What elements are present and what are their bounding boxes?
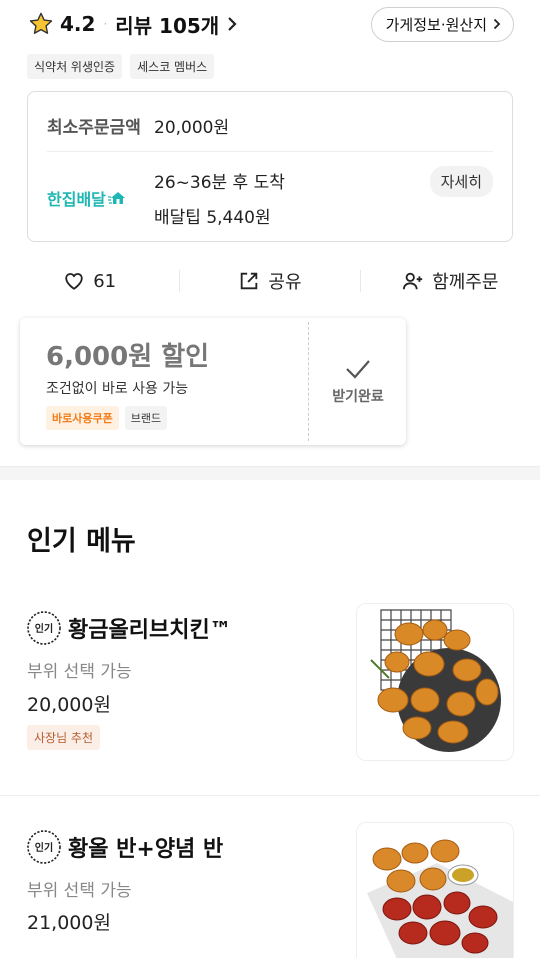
popular-badge-text: 인기 xyxy=(35,622,53,635)
delivery-brand-label: 한집배달 xyxy=(47,190,106,209)
half-half-chicken-image xyxy=(357,823,513,958)
fried-chicken-image xyxy=(357,604,513,760)
divider xyxy=(47,151,493,152)
perforation xyxy=(308,322,309,441)
min-order-value: 20,000원 xyxy=(154,118,230,138)
instant-coupon-tag: 바로사용쿠폰 xyxy=(46,406,119,430)
check-icon xyxy=(346,359,370,379)
section-divider xyxy=(0,466,540,480)
menu-image xyxy=(356,603,514,761)
brand-tag: 브랜드 xyxy=(124,406,168,430)
delivery-tip: 배달팁 5,440원 xyxy=(154,208,271,228)
heart-icon xyxy=(65,273,83,290)
coupon-description: 조건없이 바로 사용 가능 xyxy=(46,381,189,397)
arrival-time: 26~36분 후 도착 xyxy=(154,173,285,193)
popular-badge-icon: 인기 xyxy=(27,830,61,864)
menu-image xyxy=(356,822,514,958)
hygiene-badge: 식약처 위생인증 xyxy=(27,54,123,79)
popular-badge-icon: 인기 xyxy=(27,611,61,645)
menu-name: 황금올리브치킨™ xyxy=(68,618,232,643)
delivery-row: 한집배달 26~36분 후 도착 배달팁 5,440원 xyxy=(47,168,285,228)
menu-option-note: 부위 선택 가능 xyxy=(27,662,132,682)
add-person-icon xyxy=(403,272,423,290)
star-icon xyxy=(29,12,53,34)
coupon-tags: 바로사용쿠폰 브랜드 xyxy=(46,406,168,430)
divider xyxy=(0,795,540,796)
separator-dot: · xyxy=(103,17,108,31)
certification-badges: 식약처 위생인증 세스코 멤버스 xyxy=(27,54,215,79)
group-order-label: 함께주문 xyxy=(432,272,499,293)
share-button[interactable]: 공유 xyxy=(180,268,359,294)
delivery-brand: 한집배달 xyxy=(47,168,154,228)
claimed-label: 받기완료 xyxy=(332,388,384,405)
min-order-row: 최소주문금액 20,000원 xyxy=(47,113,229,138)
coupon-card: 6,000원 할인 조건없이 바로 사용 가능 바로사용쿠폰 브랜드 받기완료 xyxy=(20,318,406,445)
popular-badge-text: 인기 xyxy=(35,841,53,854)
rating-value: 4.2 xyxy=(60,12,96,36)
menu-price: 20,000원 xyxy=(27,694,111,716)
menu-name: 황올 반+양념 반 xyxy=(68,837,224,862)
rating-row: 4.2 · 리뷰 105개 가게정보·원산지 xyxy=(28,6,514,42)
store-info-label: 가게정보·원산지 xyxy=(385,15,487,34)
group-order-button[interactable]: 함께주문 xyxy=(361,268,540,294)
owner-recommend-badge: 사장님 추천 xyxy=(27,725,101,750)
share-label: 공유 xyxy=(268,272,302,293)
review-label: 리뷰 105개 xyxy=(115,13,220,38)
like-count: 61 xyxy=(93,270,117,292)
cesco-badge: 세스코 멤버스 xyxy=(130,54,215,79)
menu-option-note: 부위 선택 가능 xyxy=(27,881,132,901)
coupon-claim-button[interactable]: 받기완료 xyxy=(310,318,406,445)
action-bar: 61 공유 함께주문 xyxy=(0,262,540,300)
detail-button[interactable]: 자세히 xyxy=(429,166,493,197)
store-info-button[interactable]: 가게정보·원산지 xyxy=(370,6,514,42)
menu-price: 21,000원 xyxy=(27,912,111,934)
order-info-card: 최소주문금액 20,000원 한집배달 26~36분 후 도착 배달팁 5,44… xyxy=(27,91,513,242)
like-button[interactable]: 61 xyxy=(0,270,179,292)
review-link[interactable]: 리뷰 105개 xyxy=(115,10,237,39)
chevron-right-icon xyxy=(228,17,237,31)
menu-name-row: 인기 황올 반+양념 반 xyxy=(26,829,223,865)
popular-menu-title: 인기 메뉴 xyxy=(27,526,136,557)
coupon-amount: 6,000원 할인 xyxy=(46,342,210,372)
menu-name-row: 인기 황금올리브치킨™ xyxy=(26,610,232,646)
share-icon xyxy=(241,272,258,290)
chevron-right-icon xyxy=(493,18,501,30)
min-order-label: 최소주문금액 xyxy=(47,118,141,138)
house-speed-icon xyxy=(107,192,125,204)
